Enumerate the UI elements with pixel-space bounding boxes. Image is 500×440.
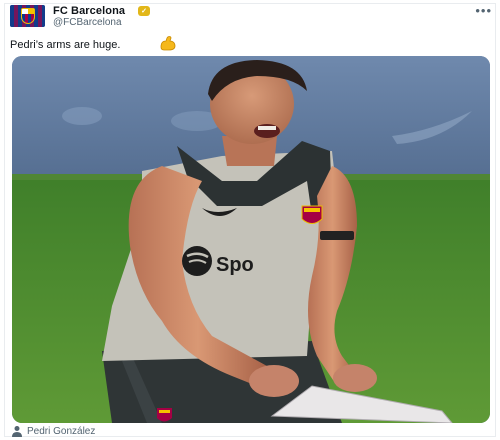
author-handle[interactable]: @FCBarcelona <box>53 17 122 28</box>
chest-crest-icon <box>301 205 323 224</box>
background-logo-1 <box>62 107 102 125</box>
verified-badge-icon[interactable]: ✓ <box>138 6 150 16</box>
kit-sponsor-text: Spo <box>216 254 254 276</box>
tagged-person-name: Pedri González <box>27 425 96 437</box>
person-icon <box>12 426 22 437</box>
player-right-hand <box>249 365 299 397</box>
flexed-biceps-icon <box>160 36 176 51</box>
photo-scene: Spo <box>12 56 490 423</box>
author-avatar[interactable] <box>10 5 45 27</box>
barcelona-crest-icon <box>20 8 35 24</box>
tweet-photo[interactable]: Spo <box>12 56 490 423</box>
wrist-band <box>320 231 354 240</box>
player-teeth <box>258 126 276 130</box>
author-display-name[interactable]: FC Barcelona <box>53 5 125 17</box>
shorts-crest-icon <box>157 408 172 422</box>
tagged-person[interactable]: Pedri González <box>11 425 95 437</box>
more-options-icon[interactable]: ••• <box>475 3 492 18</box>
player-left-hand <box>333 364 377 392</box>
tweet-text: Pedri’s arms are huge. <box>10 39 121 51</box>
